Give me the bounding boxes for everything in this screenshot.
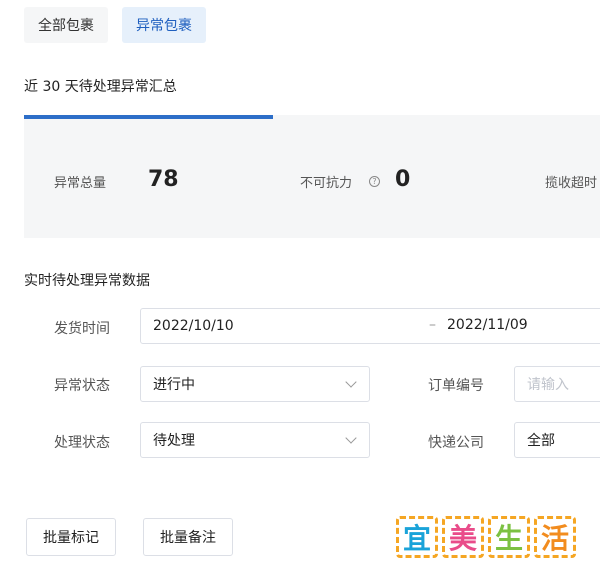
watermark-char: 生 [488, 516, 530, 558]
exception-status-label: 异常状态 [54, 378, 110, 394]
chevron-down-icon [345, 376, 357, 388]
ship-time-end: 2022/11/09 [447, 317, 528, 333]
tab-all-packages[interactable]: 全部包裹 [24, 7, 108, 43]
summary-card-total[interactable]: 异常总量 78 [24, 115, 273, 238]
watermark-char: 活 [534, 516, 576, 558]
courier-label: 快递公司 [428, 435, 484, 451]
tab-exception-packages[interactable]: 异常包裹 [122, 7, 206, 43]
card-label: 不可抗力 [300, 176, 353, 191]
exception-status-value: 进行中 [153, 377, 195, 393]
order-no-placeholder: 请输入 [527, 377, 569, 393]
process-status-value: 待处理 [153, 433, 195, 449]
summary-title: 近 30 天待处理异常汇总 [24, 79, 177, 95]
order-no-input[interactable]: 请输入 [514, 366, 600, 402]
tab-bar: 全部包裹 异常包裹 [24, 7, 206, 43]
card-value: 0 [395, 167, 411, 192]
process-status-label: 处理状态 [54, 435, 110, 451]
ship-time-range-picker[interactable]: 2022/10/10 – 2022/11/09 [140, 308, 600, 344]
exception-status-select[interactable]: 进行中 [140, 366, 370, 402]
order-no-label: 订单编号 [428, 378, 484, 394]
summary-panel: 异常总量 78 不可抗力 ? 0 揽收超时 [24, 115, 600, 238]
summary-card-force-majeure[interactable]: 不可抗力 ? 0 [273, 115, 519, 238]
watermark-char: 美 [442, 516, 484, 558]
info-icon[interactable]: ? [369, 176, 380, 187]
ship-time-label: 发货时间 [54, 321, 110, 337]
chevron-down-icon [345, 432, 357, 444]
summary-card-pickup-timeout[interactable]: 揽收超时 [519, 115, 600, 238]
ship-time-start: 2022/10/10 [153, 318, 234, 334]
card-label: 揽收超时 [545, 176, 598, 191]
card-label: 异常总量 [54, 176, 107, 191]
courier-select[interactable]: 全部 [514, 422, 600, 458]
watermark-char: 宜 [396, 516, 438, 558]
batch-remark-button[interactable]: 批量备注 [143, 518, 233, 556]
watermark-logo: 宜 美 生 活 [396, 516, 576, 558]
batch-mark-button[interactable]: 批量标记 [26, 518, 116, 556]
date-range-separator: – [429, 317, 436, 333]
courier-value: 全部 [527, 433, 555, 449]
process-status-select[interactable]: 待处理 [140, 422, 370, 458]
realtime-title: 实时待处理异常数据 [24, 273, 150, 289]
card-value: 78 [148, 167, 179, 192]
